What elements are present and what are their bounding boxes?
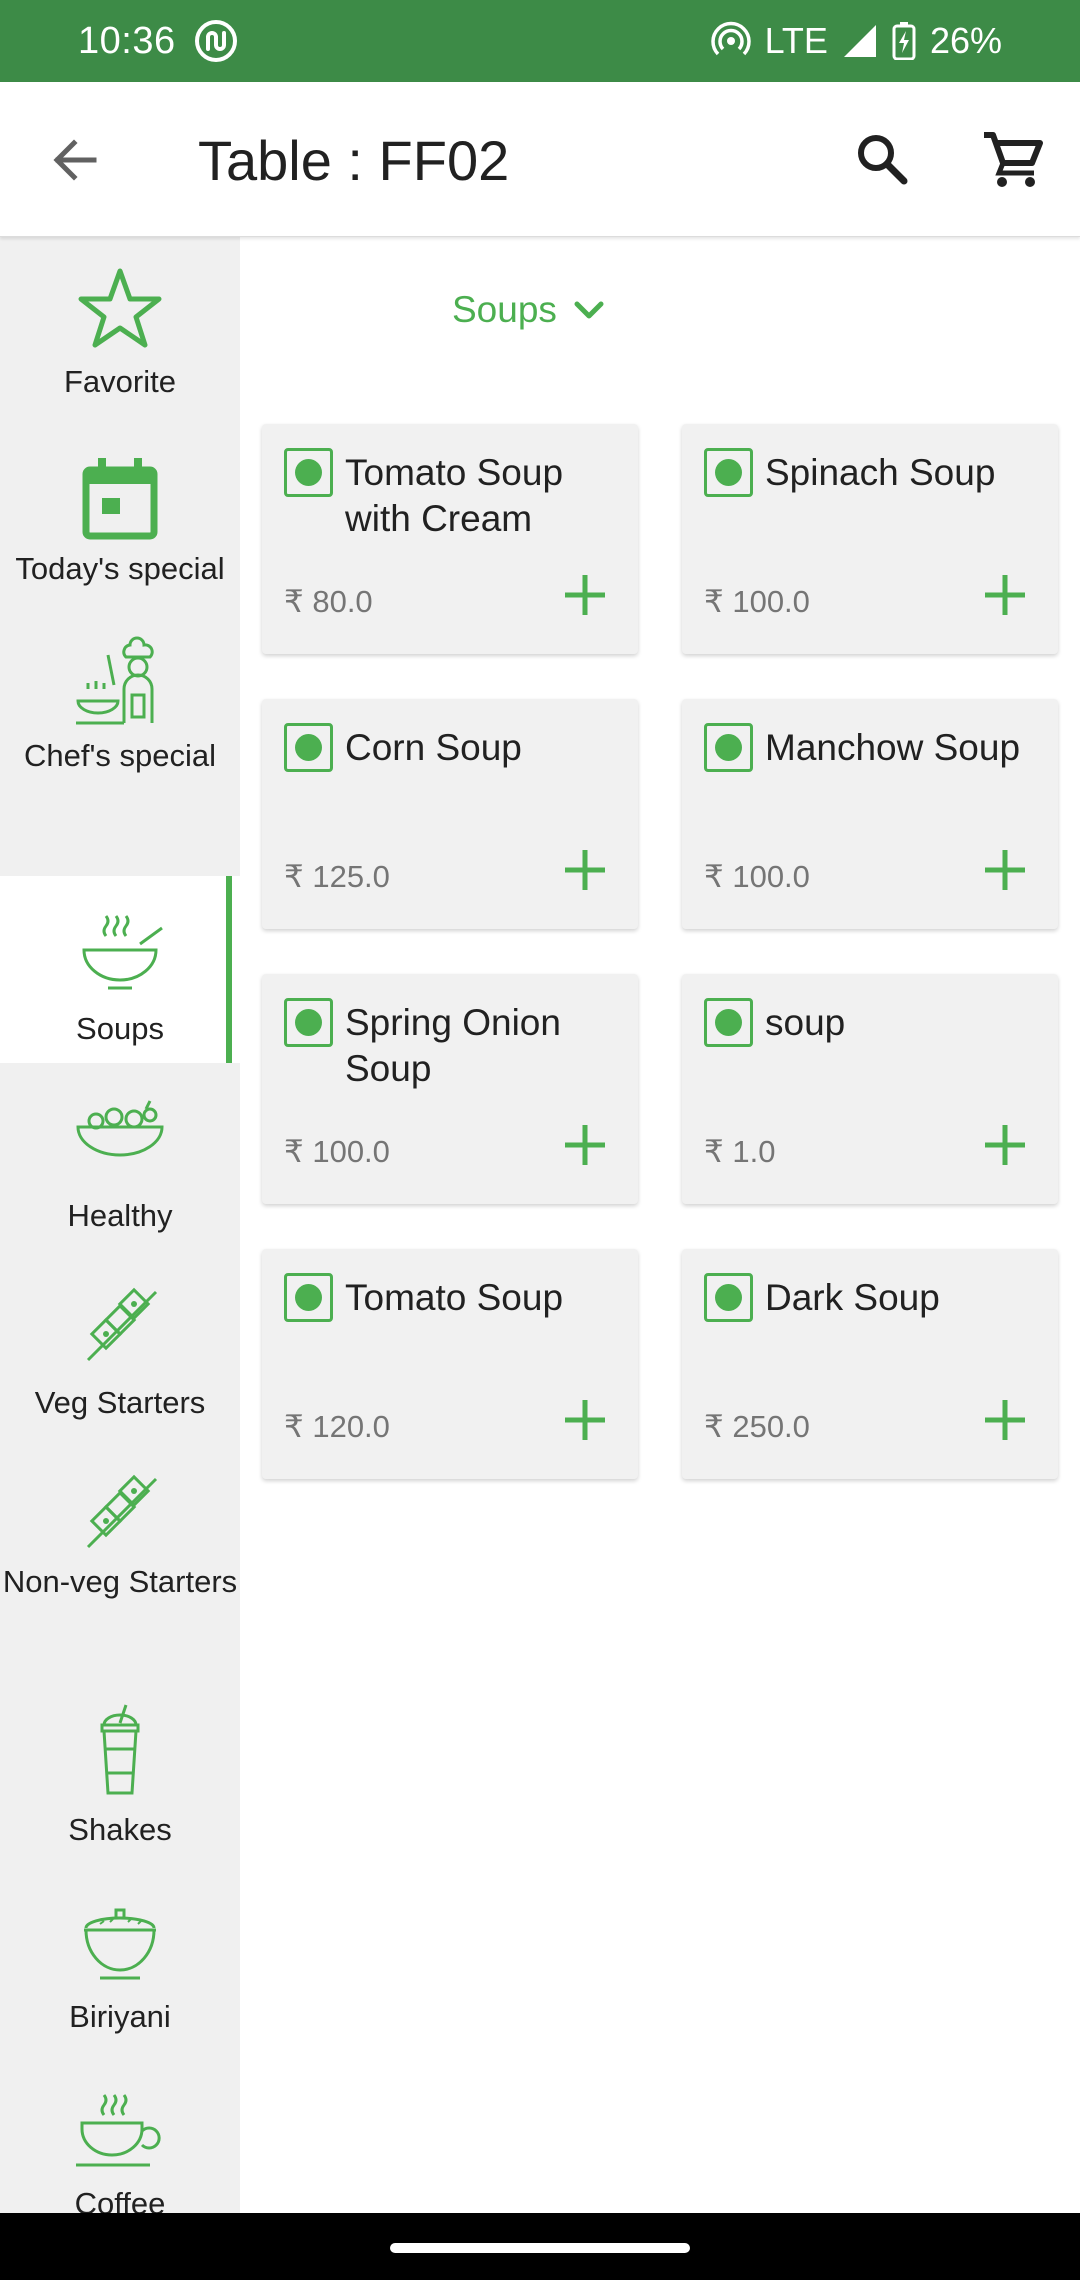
menu-item-name: Dark Soup <box>765 1277 940 1318</box>
veg-indicator-icon <box>704 998 753 1047</box>
veg-indicator-icon <box>284 448 333 497</box>
category-dropdown[interactable]: Soups <box>452 289 607 331</box>
calendar-icon <box>82 458 158 540</box>
system-nav-bar <box>0 2213 1080 2280</box>
veg-indicator-icon <box>284 723 333 772</box>
menu-item-price: ₹ 125.0 <box>284 859 390 894</box>
veg-indicator-icon <box>284 1273 333 1322</box>
sidebar-item-coffee[interactable]: Coffee <box>0 2051 240 2213</box>
home-gesture-handle[interactable] <box>390 2243 690 2253</box>
sidebar-item-healthy[interactable]: Healthy <box>0 1063 240 1250</box>
skewer-icon <box>86 1287 158 1362</box>
menu-item-price: ₹ 1.0 <box>704 1134 776 1169</box>
biriyani-pot-icon <box>84 1908 156 1980</box>
sidebar-item-label: Chef's special <box>23 738 216 773</box>
menu-item-card[interactable]: Dark Soup ₹ 250.0 <box>682 1249 1058 1479</box>
status-indicators: LTE 26% <box>710 20 1002 62</box>
signal-icon <box>843 25 876 57</box>
menu-item-price: ₹ 120.0 <box>284 1409 390 1444</box>
plus-icon[interactable] <box>562 572 608 618</box>
veg-indicator-icon <box>284 998 333 1047</box>
salad-bowl-icon <box>76 1100 164 1157</box>
menu-item-price: ₹ 250.0 <box>704 1409 810 1444</box>
page-title: Table : FF02 <box>198 129 510 192</box>
sidebar-item-shakes[interactable]: Shakes <box>0 1677 240 1864</box>
battery-level: 26% <box>929 20 1002 61</box>
menu-item-name: Spring Onion Soup <box>345 1002 561 1089</box>
menu-item-card[interactable]: Manchow Soup ₹ 100.0 <box>682 699 1058 929</box>
chevron-down-icon <box>574 301 604 319</box>
skewer-icon <box>86 1474 158 1549</box>
chef-icon <box>76 636 154 725</box>
menu-item-card[interactable]: Spring Onion Soup ₹ 100.0 <box>262 974 638 1204</box>
status-time: 10:36 <box>78 19 176 62</box>
arrow-back-icon[interactable] <box>46 130 106 190</box>
star-icon <box>78 268 162 348</box>
veg-indicator-icon <box>704 1273 753 1322</box>
veg-indicator-icon <box>704 448 753 497</box>
menu-item-card[interactable]: Tomato Soup with Cream ₹ 80.0 <box>262 424 638 654</box>
menu-item-card[interactable]: Tomato Soup ₹ 120.0 <box>262 1249 638 1479</box>
menu-item-price: ₹ 80.0 <box>284 584 373 619</box>
search-icon[interactable] <box>850 127 914 191</box>
menu-item-name: Manchow Soup <box>765 727 1021 768</box>
menu-item-name: Spinach Soup <box>765 452 996 493</box>
soup-bowl-icon <box>82 915 163 990</box>
plus-icon[interactable] <box>982 1122 1028 1168</box>
sidebar-item-label: Biriyani <box>69 1999 171 2034</box>
sidebar-item-favorite[interactable]: Favorite <box>0 237 240 424</box>
category-sidebar: Favorite Today's special Chef's special <box>0 237 240 2213</box>
cart-icon[interactable] <box>980 127 1044 191</box>
plus-icon[interactable] <box>982 847 1028 893</box>
sidebar-item-biriyani[interactable]: Biriyani <box>0 1864 240 2051</box>
menu-item-name: Corn Soup <box>345 727 522 768</box>
sidebar-item-label: Coffee <box>74 2186 166 2213</box>
sidebar-item-label: Non-veg Starters <box>2 1564 238 1599</box>
menu-content: Soups Tomato Soup with Cream ₹ 80.0 Spin… <box>240 237 1080 2213</box>
menu-item-card[interactable]: soup ₹ 1.0 <box>682 974 1058 1204</box>
sidebar-item-label: Healthy <box>67 1198 173 1233</box>
veg-indicator-icon <box>704 723 753 772</box>
plus-icon[interactable] <box>982 1397 1028 1443</box>
sidebar-item-label: Today's special <box>15 551 225 586</box>
status-bar: 10:36 LTE 26% <box>0 0 1080 82</box>
battery-charging-icon <box>892 22 916 60</box>
menu-item-name: soup <box>765 1002 846 1043</box>
sidebar-item-label: Soups <box>76 1011 164 1046</box>
sidebar-item-label: Veg Starters <box>34 1385 206 1420</box>
shake-cup-icon <box>100 1704 140 1795</box>
sidebar-item-veg-starters[interactable]: Veg Starters <box>0 1250 240 1437</box>
menu-item-price: ₹ 100.0 <box>284 1134 390 1169</box>
network-type: LTE <box>764 20 828 61</box>
category-dropdown-label: Soups <box>452 289 557 330</box>
sidebar-item-chefs-special[interactable]: Chef's special <box>0 611 240 798</box>
plus-icon[interactable] <box>562 1397 608 1443</box>
sidebar-item-label: Favorite <box>64 364 176 399</box>
menu-item-card[interactable]: Spinach Soup ₹ 100.0 <box>682 424 1058 654</box>
menu-item-name: Tomato Soup <box>345 1277 564 1318</box>
menu-item-price: ₹ 100.0 <box>704 584 810 619</box>
hotspot-icon <box>710 21 751 56</box>
plus-icon[interactable] <box>562 847 608 893</box>
sidebar-item-todays-special[interactable]: Today's special <box>0 424 240 611</box>
menu-item-card[interactable]: Corn Soup ₹ 125.0 <box>262 699 638 929</box>
sidebar-item-label: Shakes <box>68 1812 172 1847</box>
app-notification-icon <box>194 20 237 62</box>
sidebar-item-soups[interactable]: Soups <box>0 876 240 1063</box>
menu-item-name: Tomato Soup with Cream <box>345 452 564 539</box>
coffee-cup-icon <box>76 2094 161 2167</box>
sidebar-item-non-veg-starters[interactable]: Non-veg Starters <box>0 1437 240 1624</box>
plus-icon[interactable] <box>562 1122 608 1168</box>
plus-icon[interactable] <box>982 572 1028 618</box>
menu-item-price: ₹ 100.0 <box>704 859 810 894</box>
app-bar: Table : FF02 <box>0 82 1080 237</box>
